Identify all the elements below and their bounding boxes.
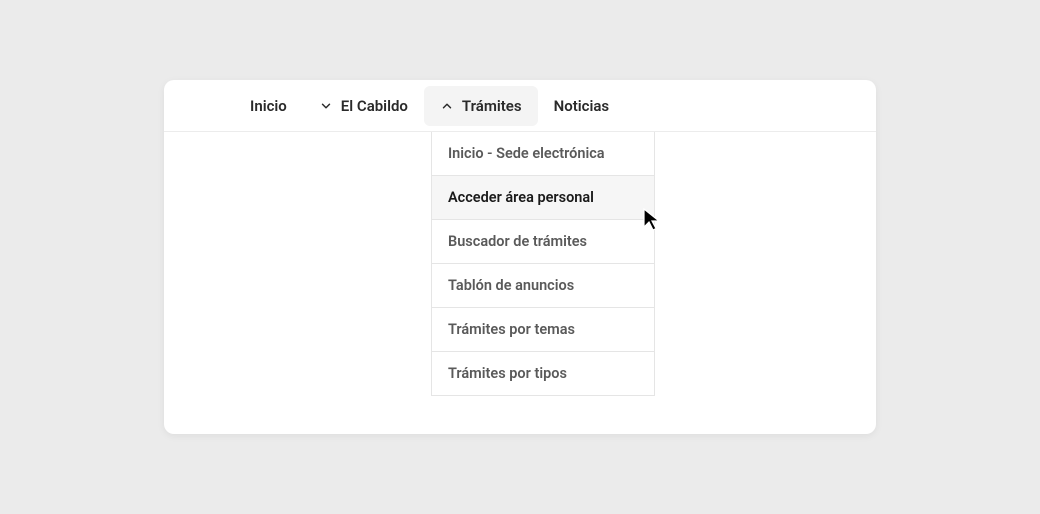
- dropdown-label: Tablón de anuncios: [448, 277, 574, 294]
- chevron-up-icon: [440, 99, 454, 113]
- dropdown-label: Trámites por temas: [448, 321, 575, 338]
- nav-label: El Cabildo: [341, 97, 408, 115]
- navbar: Inicio El Cabildo Trámites Noticias: [164, 80, 876, 132]
- dropdown-label: Acceder área personal: [448, 189, 594, 206]
- dropdown-menu: Inicio - Sede electrónica Acceder área p…: [431, 132, 655, 396]
- dropdown-label: Trámites por tipos: [448, 365, 567, 382]
- chevron-down-icon: [319, 99, 333, 113]
- dropdown-item-buscador-tramites[interactable]: Buscador de trámites: [432, 220, 654, 264]
- dropdown-item-tablon-anuncios[interactable]: Tablón de anuncios: [432, 264, 654, 308]
- nav-item-tramites[interactable]: Trámites: [424, 86, 538, 126]
- nav-label: Inicio: [250, 97, 287, 115]
- nav-item-noticias[interactable]: Noticias: [538, 86, 626, 126]
- nav-label: Noticias: [554, 97, 610, 115]
- dropdown-item-inicio-sede[interactable]: Inicio - Sede electrónica: [432, 132, 654, 176]
- nav-label: Trámites: [462, 97, 522, 115]
- dropdown-label: Buscador de trámites: [448, 233, 587, 250]
- nav-item-inicio[interactable]: Inicio: [234, 86, 303, 126]
- dropdown-item-tramites-temas[interactable]: Trámites por temas: [432, 308, 654, 352]
- dropdown-item-tramites-tipos[interactable]: Trámites por tipos: [432, 352, 654, 395]
- dropdown-item-acceder-area-personal[interactable]: Acceder área personal: [432, 176, 654, 220]
- nav-item-el-cabildo[interactable]: El Cabildo: [303, 86, 424, 126]
- dropdown-label: Inicio - Sede electrónica: [448, 145, 605, 162]
